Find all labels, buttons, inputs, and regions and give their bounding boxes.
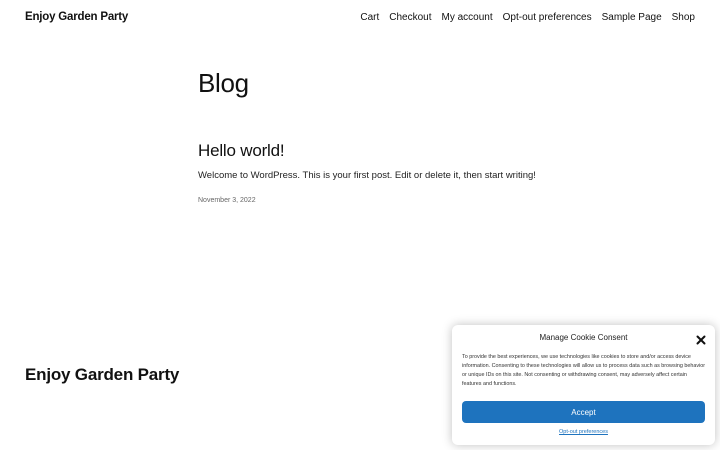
site-title[interactable]: Enjoy Garden Party [25, 11, 128, 23]
post-title[interactable]: Hello world! [198, 141, 285, 161]
nav-item-shop[interactable]: Shop [672, 12, 695, 23]
nav-item-cart[interactable]: Cart [360, 12, 379, 23]
site-header: Enjoy Garden Party Cart Checkout My acco… [0, 0, 720, 36]
page-title: Blog [198, 68, 249, 98]
post-excerpt: Welcome to WordPress. This is your first… [198, 170, 536, 181]
footer-site-title[interactable]: Enjoy Garden Party [25, 365, 179, 385]
post-date[interactable]: November 3, 2022 [198, 197, 256, 204]
nav-item-my-account[interactable]: My account [442, 12, 493, 23]
main-nav: Cart Checkout My account Opt-out prefere… [360, 12, 695, 23]
cookie-consent-banner: Manage Cookie Consent To provide the bes… [452, 325, 715, 445]
opt-out-preferences-link[interactable]: Opt-out preferences [452, 429, 715, 435]
cookie-banner-text: To provide the best experiences, we use … [462, 354, 706, 387]
close-icon[interactable] [696, 332, 706, 345]
nav-item-opt-out-preferences[interactable]: Opt-out preferences [503, 12, 592, 23]
nav-item-sample-page[interactable]: Sample Page [602, 12, 662, 23]
nav-item-checkout[interactable]: Checkout [389, 12, 431, 23]
cookie-banner-title: Manage Cookie Consent [539, 333, 628, 342]
accept-button[interactable]: Accept [462, 401, 705, 423]
